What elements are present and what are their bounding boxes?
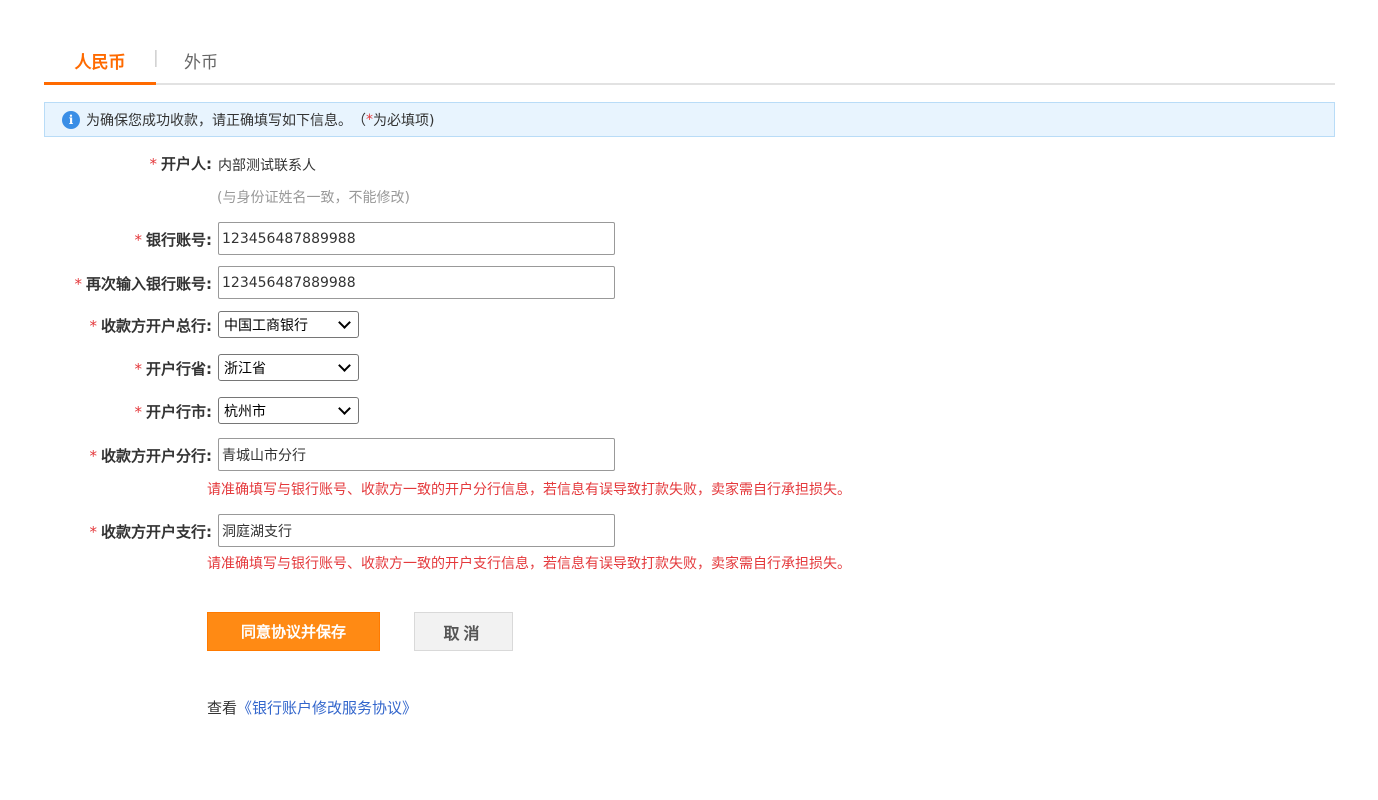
city-label: * 开户行市: — [134, 403, 213, 421]
province-row: * 开户行省: 浙江省 — [44, 354, 1044, 382]
chevron-down-icon — [338, 401, 351, 415]
required-star: * — [89, 317, 98, 335]
head-bank-selected: 中国工商银行 — [224, 317, 308, 334]
agreement-link[interactable]: 《银行账户修改服务协议》 — [237, 699, 417, 717]
account-holder-label: * 开户人: — [149, 155, 213, 173]
tab-foreign-currency[interactable]: 外币 — [184, 48, 218, 85]
head-bank-select[interactable]: 中国工商银行 — [218, 311, 359, 338]
notice-required-text: 为必填项) — [373, 112, 435, 129]
branch-label: * 收款方开户分行: — [89, 447, 213, 465]
required-star: * — [134, 360, 143, 378]
account-holder-row: * 开户人: 内部测试联系人 (与身份证姓名一致，不能修改) — [44, 153, 1044, 213]
chevron-down-icon — [338, 358, 351, 372]
branch-warning: 请准确填写与银行账号、收款方一致的开户分行信息，若信息有误导致打款失败，卖家需自… — [207, 482, 851, 498]
info-notice: i 为确保您成功收款，请正确填写如下信息。 （ * 为必填项) — [44, 102, 1335, 137]
required-star: * — [149, 155, 158, 173]
bank-account-row: * 银行账号: — [44, 222, 1044, 256]
cancel-button[interactable]: 取消 — [414, 612, 513, 651]
city-selected: 杭州市 — [224, 403, 266, 420]
required-star: * — [74, 275, 83, 293]
city-select[interactable]: 杭州市 — [218, 397, 359, 424]
required-star: * — [89, 523, 98, 541]
bank-account-confirm-row: * 再次输入银行账号: — [44, 266, 1044, 300]
agreement-line: 查看《银行账户修改服务协议》 — [207, 697, 417, 718]
bank-account-confirm-label: * 再次输入银行账号: — [74, 275, 213, 293]
sub-branch-warning: 请准确填写与银行账号、收款方一致的开户支行信息，若信息有误导致打款失败，卖家需自… — [207, 556, 851, 572]
sub-branch-input[interactable] — [218, 514, 615, 547]
account-holder-hint: (与身份证姓名一致，不能修改) — [217, 190, 410, 206]
sub-branch-row: * 收款方开户支行: — [44, 514, 1044, 548]
bank-account-label: * 银行账号: — [134, 231, 213, 249]
required-star: * — [134, 231, 143, 249]
chevron-down-icon — [338, 315, 351, 329]
required-star: * — [89, 447, 98, 465]
city-row: * 开户行市: 杭州市 — [44, 397, 1044, 425]
branch-row: * 收款方开户分行: — [44, 438, 1044, 472]
head-bank-label: * 收款方开户总行: — [89, 317, 213, 335]
notice-required-open: （ — [352, 112, 366, 129]
notice-text: 为确保您成功收款，请正确填写如下信息。 — [86, 112, 352, 129]
sub-branch-label: * 收款方开户支行: — [89, 523, 213, 541]
required-star: * — [134, 403, 143, 421]
agreement-prefix: 查看 — [207, 699, 238, 717]
agree-and-save-button[interactable]: 同意协议并保存 — [207, 612, 380, 651]
branch-input[interactable] — [218, 438, 615, 471]
account-holder-value: 内部测试联系人 — [218, 158, 316, 174]
head-bank-row: * 收款方开户总行: 中国工商银行 — [44, 311, 1044, 339]
tab-separator: | — [153, 48, 159, 68]
tab-rmb[interactable]: 人民币 — [44, 48, 156, 85]
province-selected: 浙江省 — [224, 360, 266, 377]
notice-required-star: * — [366, 111, 373, 128]
bank-account-input[interactable] — [218, 222, 615, 255]
province-select[interactable]: 浙江省 — [218, 354, 359, 381]
province-label: * 开户行省: — [134, 360, 213, 378]
info-icon: i — [62, 110, 80, 129]
bank-account-confirm-input[interactable] — [218, 266, 615, 299]
currency-tabs: 人民币 | 外币 — [44, 36, 1335, 85]
